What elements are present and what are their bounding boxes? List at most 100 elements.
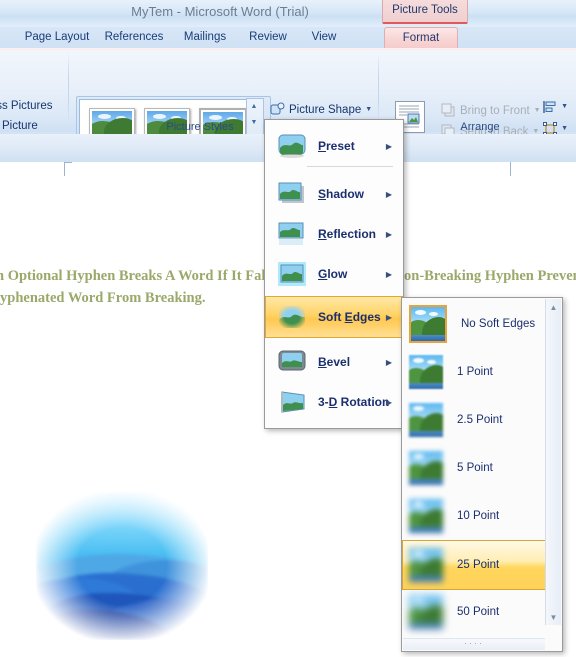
group-label-arrange: Arrange: [460, 121, 500, 133]
submenu-item-5-point[interactable]: 5 Point: [403, 444, 545, 492]
menu-item-label: Reflection: [318, 227, 377, 241]
cloud-icon: [413, 358, 424, 363]
cloud-icon: [415, 310, 426, 315]
chevron-down-icon: ▼: [365, 106, 373, 113]
tab-page-layout[interactable]: Page Layout: [22, 27, 92, 48]
soft-edge-preview-thumbnail: [409, 548, 443, 582]
submenu-item-label: 10 Point: [457, 510, 500, 522]
submenu-item-label: 2.5 Point: [457, 414, 503, 426]
submenu-scrollbar[interactable]: ▲ ▼: [545, 299, 561, 625]
cloud-icon: [413, 502, 424, 507]
submenu-item-2-5-point[interactable]: 2.5 Point: [403, 396, 545, 444]
cloud-icon: [413, 406, 424, 411]
cloud-icon: [413, 454, 424, 459]
tab-references[interactable]: References: [100, 27, 168, 48]
ribbon-button-compress-pictures[interactable]: ress Pictures: [0, 100, 52, 112]
bevel-icon: [278, 350, 306, 374]
glow-icon: [278, 262, 306, 286]
water: [409, 382, 443, 389]
chevron-down-icon: ▼: [533, 107, 541, 114]
page-boundary-left-top: [64, 162, 72, 163]
group-separator-picture-styles: [378, 52, 379, 124]
cloud-icon: [153, 114, 166, 119]
submenu-item-label: 25 Point: [457, 559, 500, 571]
bring-to-front-icon: [441, 103, 456, 118]
submenu-arrow-icon: ▶: [385, 357, 392, 367]
submenu-arrow-icon: ▶: [385, 397, 392, 407]
submenu-scroll-down-button[interactable]: ▼: [546, 609, 561, 625]
button-label: Bring to Front: [460, 104, 530, 117]
submenu-arrow-icon: ▶: [385, 312, 392, 322]
menu-item-shadow[interactable]: Shadow ▶: [266, 174, 402, 214]
preset-icon: [278, 134, 306, 158]
menu-item-bevel[interactable]: Bevel ▶: [266, 342, 402, 382]
submenu-item-25-point[interactable]: 25 Point: [402, 540, 546, 590]
submenu-item-label: No Soft Edges: [461, 318, 536, 330]
soft-edge-preview-thumbnail: [409, 451, 443, 485]
window-title: MyTem - Microsoft Word (Trial): [131, 4, 309, 19]
water: [409, 526, 443, 533]
submenu-arrow-icon: ▶: [385, 229, 392, 239]
inserted-picture[interactable]: [36, 492, 208, 640]
gallery-scroll-up-button[interactable]: ▲: [247, 99, 261, 114]
submenu-item-50-point[interactable]: 50 Point: [403, 588, 545, 636]
tab-format[interactable]: Format: [384, 27, 458, 49]
page-boundary-right: [510, 162, 511, 176]
submenu-item-10-point[interactable]: 10 Point: [403, 492, 545, 540]
menu-item-label: Preset: [318, 139, 355, 153]
ribbon-button-align[interactable]: ▼: [543, 100, 568, 118]
cloud-icon: [413, 551, 424, 556]
menu-item-label: Bevel: [318, 355, 351, 369]
group-separator-adjust: [68, 52, 69, 124]
menu-separator: [307, 166, 393, 167]
submenu-resize-grip[interactable]: ····: [403, 638, 545, 650]
tab-view[interactable]: View: [302, 27, 346, 48]
tab-mailings[interactable]: Mailings: [176, 27, 234, 48]
menu-item-glow[interactable]: Glow ▶: [266, 254, 402, 294]
cloud-icon: [413, 598, 424, 603]
soft-edge-preview-thumbnail: [409, 403, 443, 437]
picture-content: [36, 492, 208, 640]
menu-item-soft-edges[interactable]: Soft Edges ▶: [265, 296, 403, 338]
rotation-3d-icon: [278, 390, 306, 414]
menu-item-label: Shadow: [318, 187, 365, 201]
ribbon-button-change-picture[interactable]: ne Picture: [0, 120, 38, 132]
soft-edges-submenu[interactable]: No Soft Edges 1 Point 2.5 Point 5 Point …: [401, 297, 563, 652]
submenu-scroll-up-button[interactable]: ▲: [546, 299, 561, 315]
submenu-item-no-soft-edges[interactable]: No Soft Edges: [403, 300, 545, 348]
title-bar: MyTem - Microsoft Word (Trial) Picture T…: [0, 0, 576, 28]
water: [409, 575, 443, 582]
shadow-icon: [278, 182, 306, 206]
soft-edge-preview-thumbnail: [409, 305, 447, 343]
submenu-arrow-icon: ▶: [385, 189, 392, 199]
ribbon-tab-strip: Page Layout References Mailings Review V…: [0, 27, 576, 49]
menu-item-reflection[interactable]: Reflection ▶: [266, 214, 402, 254]
menu-item-label: Soft Edges: [318, 310, 381, 324]
picture-effects-menu[interactable]: Preset ▶ Shadow ▶ Reflection ▶ Glow ▶ So…: [264, 119, 404, 429]
document-text-line: on-Breaking Hyphen Prevents: [404, 268, 576, 284]
water: [409, 622, 443, 629]
cloud-icon: [98, 114, 111, 119]
menu-item-preset[interactable]: Preset ▶: [266, 126, 402, 166]
cloud-icon: [427, 360, 436, 364]
submenu-arrow-icon: ▶: [385, 269, 392, 279]
soft-edges-icon: [278, 305, 306, 329]
submenu-item-label: 50 Point: [457, 606, 500, 618]
menu-item-3d-rotation[interactable]: 3-D Rotation ▶: [266, 382, 402, 422]
page-boundary-left: [64, 162, 65, 176]
menu-item-label: 3-D Rotation: [318, 395, 390, 409]
submenu-item-1-point[interactable]: 1 Point: [403, 348, 545, 396]
submenu-item-label: 5 Point: [457, 462, 493, 474]
group-label-picture-styles: Picture Styles: [166, 121, 234, 133]
submenu-item-label: 1 Point: [457, 366, 493, 378]
menu-item-label: Glow: [318, 267, 348, 281]
ribbon-button-picture-shape[interactable]: Picture Shape ▼: [266, 99, 376, 120]
water: [411, 334, 445, 341]
ribbon-button-bring-to-front[interactable]: Bring to Front ▼: [437, 100, 545, 121]
contextual-tab-picture-tools[interactable]: Picture Tools: [382, 0, 468, 24]
reflection-icon: [278, 222, 306, 246]
chevron-down-icon: ▼: [561, 103, 568, 110]
cloud-icon: [209, 115, 222, 120]
document-text-line: lyphenated Word From Breaking.: [0, 290, 206, 306]
tab-review[interactable]: Review: [242, 27, 294, 48]
